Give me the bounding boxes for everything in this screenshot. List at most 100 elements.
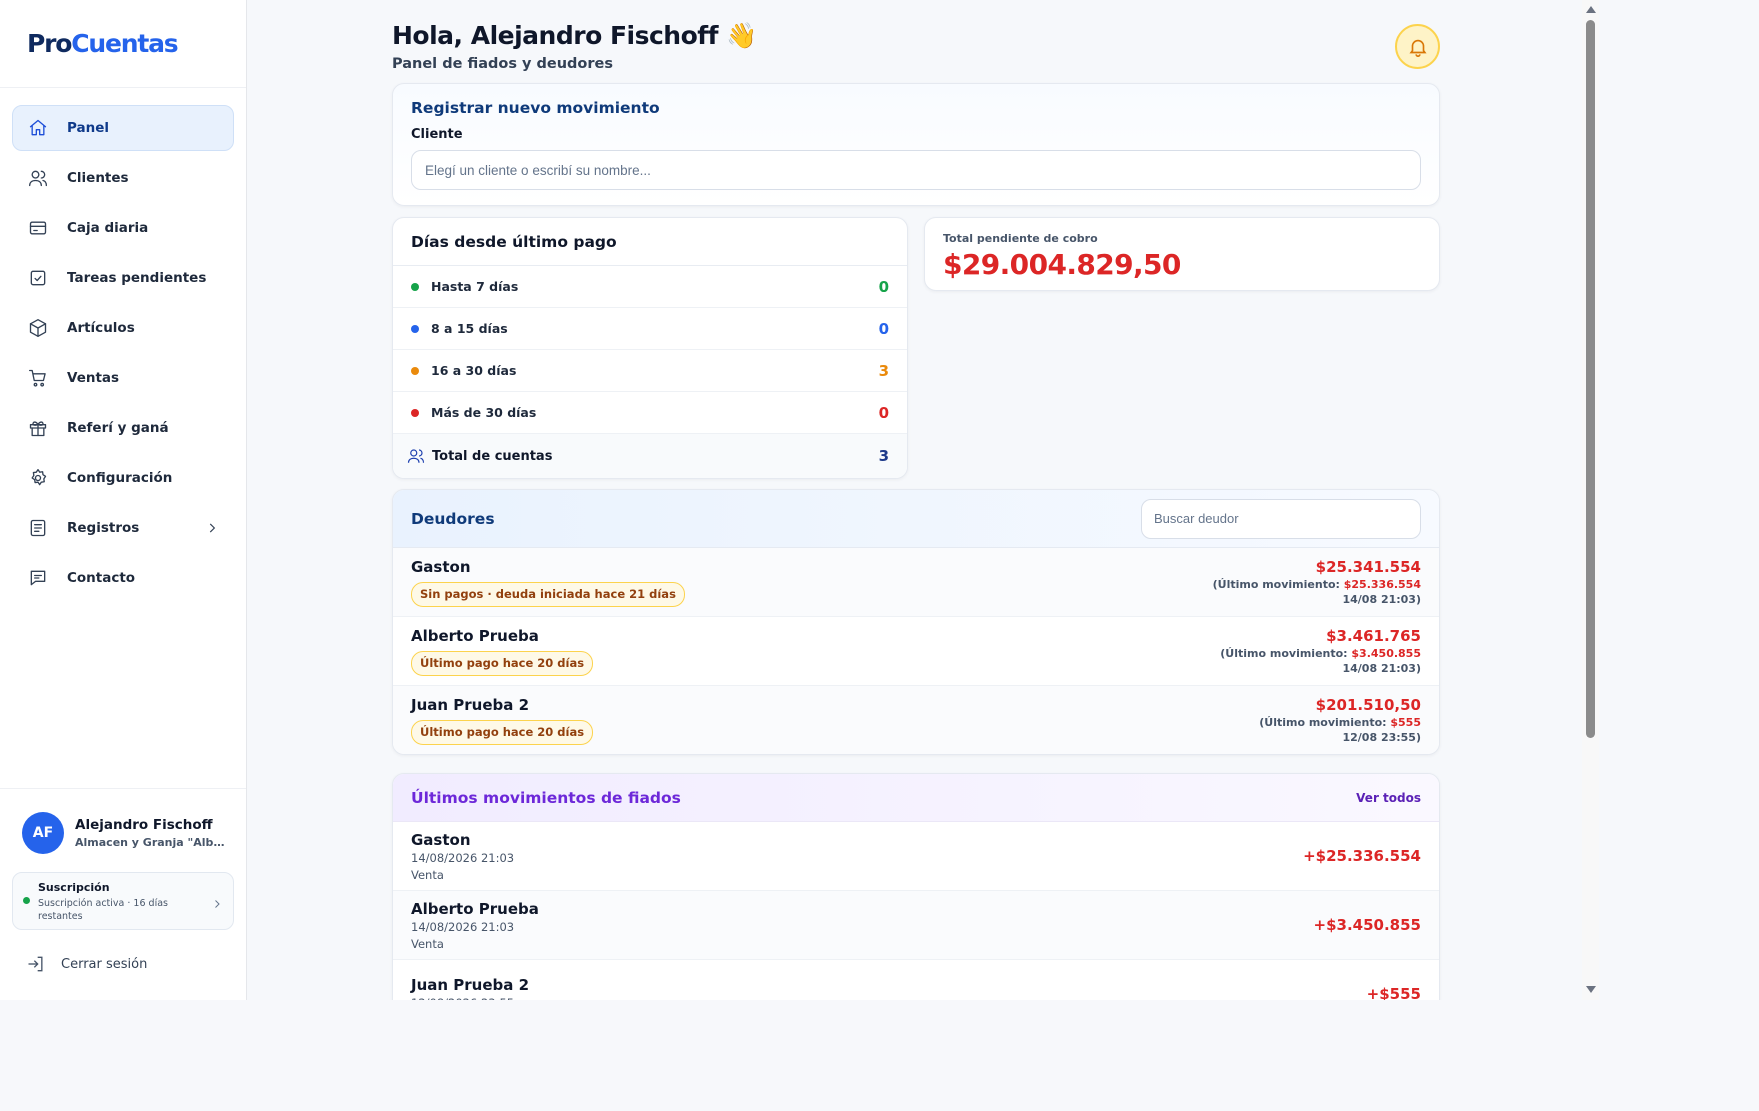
users-icon: [27, 167, 49, 189]
cash-register-icon: [27, 217, 49, 239]
empty-area: [0, 1000, 1759, 1111]
status-badge: Sin pagos · deuda iniciada hace 21 días: [411, 582, 685, 607]
movement-row[interactable]: Gaston 14/08/2026 21:03 Venta +$25.336.5…: [393, 822, 1439, 891]
movement-amount: +$3.450.855: [1313, 916, 1421, 934]
sidebar-item-label: Panel: [67, 120, 110, 136]
last-movement-date: 14/08 21:03): [1342, 662, 1421, 675]
sidebar-item-label: Ventas: [67, 370, 120, 386]
sidebar-item-configuracion[interactable]: Configuración: [12, 455, 234, 501]
movements-title: Últimos movimientos de fiados: [411, 788, 681, 807]
scrollbar-thumb[interactable]: [1586, 20, 1595, 738]
last-movement: (Último movimiento: $555: [1259, 716, 1421, 729]
days-row[interactable]: 8 a 15 días 0: [393, 308, 907, 350]
sidebar-item-tareas-pendientes[interactable]: Tareas pendientes: [12, 255, 234, 301]
home-icon: [27, 117, 49, 139]
movement-row[interactable]: Alberto Prueba 14/08/2026 21:03 Venta +$…: [393, 891, 1439, 960]
pending-total-label: Total pendiente de cobro: [943, 232, 1098, 245]
sidebar-item-panel[interactable]: Panel: [12, 105, 234, 151]
sidebar-item-ventas[interactable]: Ventas: [12, 355, 234, 401]
sidebar-item-caja-diaria[interactable]: Caja diaria: [12, 205, 234, 251]
subscription-status: Suscripción activa · 16 días restantes: [38, 898, 168, 922]
sidebar-item-label: Configuración: [67, 470, 173, 486]
recent-movements-card: Últimos movimientos de fiados Ver todos …: [392, 773, 1440, 1013]
days-row[interactable]: Hasta 7 días 0: [393, 266, 907, 308]
debtors-title: Deudores: [411, 509, 495, 528]
debtor-name: Juan Prueba 2: [411, 696, 530, 714]
status-badge: Último pago hace 20 días: [411, 720, 594, 745]
status-dot: [411, 408, 419, 417]
sidebar-item-label: Referí y ganá: [67, 420, 169, 436]
scroll-up-arrow-icon[interactable]: [1586, 6, 1596, 13]
client-input[interactable]: [411, 150, 1421, 190]
page-subtitle: Panel de fiados y deudores: [392, 56, 614, 72]
debtor-row[interactable]: Alberto Prueba Último pago hace 20 días …: [393, 617, 1439, 686]
logo-text-cuentas: Cuentas: [71, 29, 178, 58]
logo-text-pro: Pro: [27, 29, 72, 58]
debtor-search-input[interactable]: [1141, 498, 1421, 539]
movement-client: Gaston: [411, 830, 471, 849]
gift-icon: [27, 417, 49, 439]
sidebar-item-registros[interactable]: Registros: [12, 505, 234, 551]
days-row[interactable]: Más de 30 días 0: [393, 392, 907, 434]
sidebar-item-articulos[interactable]: Artículos: [12, 305, 234, 351]
user-profile[interactable]: AF Alejandro Fischoff Almacen y Granja "…: [12, 789, 234, 854]
status-dot: [411, 324, 419, 333]
debtor-name: Gaston: [411, 558, 471, 576]
new-movement-card: Registrar nuevo movimiento Cliente: [392, 83, 1440, 206]
status-dot: [411, 366, 419, 375]
notifications-button[interactable]: [1395, 24, 1440, 69]
total-accounts-row: Total de cuentas 3: [393, 434, 907, 478]
new-movement-title: Registrar nuevo movimiento: [411, 99, 660, 117]
sidebar-nav: Panel Clientes Caja diaria Tareas pendie…: [0, 88, 246, 601]
cart-icon: [27, 367, 49, 389]
sidebar-item-label: Caja diaria: [67, 220, 149, 236]
avatar: AF: [22, 812, 64, 854]
sidebar-item-label: Tareas pendientes: [67, 270, 207, 286]
movement-client: Juan Prueba 2: [411, 975, 530, 994]
sidebar-item-contacto[interactable]: Contacto: [12, 555, 234, 601]
days-since-payment-card: Días desde último pago Hasta 7 días 0 8 …: [392, 217, 908, 479]
last-movement-date: 14/08 21:03): [1342, 593, 1421, 606]
debtor-name: Alberto Prueba: [411, 627, 539, 645]
sidebar: Pro Cuentas Panel Clientes Caja diaria Ta…: [0, 0, 247, 1000]
view-all-link[interactable]: Ver todos: [1356, 791, 1421, 805]
sidebar-item-label: Clientes: [67, 170, 129, 186]
subscription-title: Suscripción: [38, 881, 110, 894]
movement-datetime: 14/08/2026 21:03: [411, 850, 515, 865]
movement-amount: +$25.336.554: [1303, 847, 1421, 865]
movement-type: Venta: [411, 867, 444, 882]
days-row[interactable]: 16 a 30 días 3: [393, 350, 907, 392]
sidebar-item-label: Artículos: [67, 320, 135, 336]
waving-hand-icon: 👋: [726, 21, 757, 50]
debtors-card: Deudores Gaston Sin pagos · deuda inicia…: [392, 489, 1440, 755]
scroll-down-arrow-icon[interactable]: [1586, 986, 1596, 993]
movement-datetime: 14/08/2026 21:03: [411, 919, 515, 934]
logout-icon: [28, 956, 43, 972]
page-title: Hola, Alejandro Fischoff 👋: [392, 21, 757, 50]
debtor-row[interactable]: Juan Prueba 2 Último pago hace 20 días $…: [393, 686, 1439, 754]
sidebar-item-clientes[interactable]: Clientes: [12, 155, 234, 201]
user-name: Alejandro Fischoff: [75, 817, 213, 833]
total-accounts-label: Total de cuentas: [432, 448, 553, 464]
page-scrollbar[interactable]: [1582, 0, 1599, 1000]
movements-header: Últimos movimientos de fiados Ver todos: [393, 774, 1439, 822]
client-label: Cliente: [411, 127, 463, 142]
gear-icon: [27, 467, 49, 489]
brand-logo[interactable]: Pro Cuentas: [0, 0, 246, 88]
days-row-label: Más de 30 días: [431, 405, 537, 420]
box-icon: [27, 317, 49, 339]
message-icon: [27, 567, 49, 589]
logout-button[interactable]: Cerrar sesión: [12, 930, 234, 974]
debtor-row[interactable]: Gaston Sin pagos · deuda iniciada hace 2…: [393, 548, 1439, 617]
sidebar-item-label: Registros: [67, 520, 140, 536]
status-dot: [411, 282, 419, 291]
debtors-list: Gaston Sin pagos · deuda iniciada hace 2…: [393, 548, 1439, 754]
document-icon: [27, 517, 49, 539]
debtors-header: Deudores: [393, 490, 1439, 548]
user-business: Almacen y Granja "Albert...: [75, 836, 225, 849]
subscription-card[interactable]: Suscripción Suscripción activa · 16 días…: [12, 872, 234, 930]
debtor-amount: $201.510,50: [1315, 696, 1421, 714]
last-movement-date: 12/08 23:55): [1342, 731, 1421, 744]
days-row-label: 8 a 15 días: [431, 321, 508, 336]
sidebar-item-referi-y-gana[interactable]: Referí y ganá: [12, 405, 234, 451]
